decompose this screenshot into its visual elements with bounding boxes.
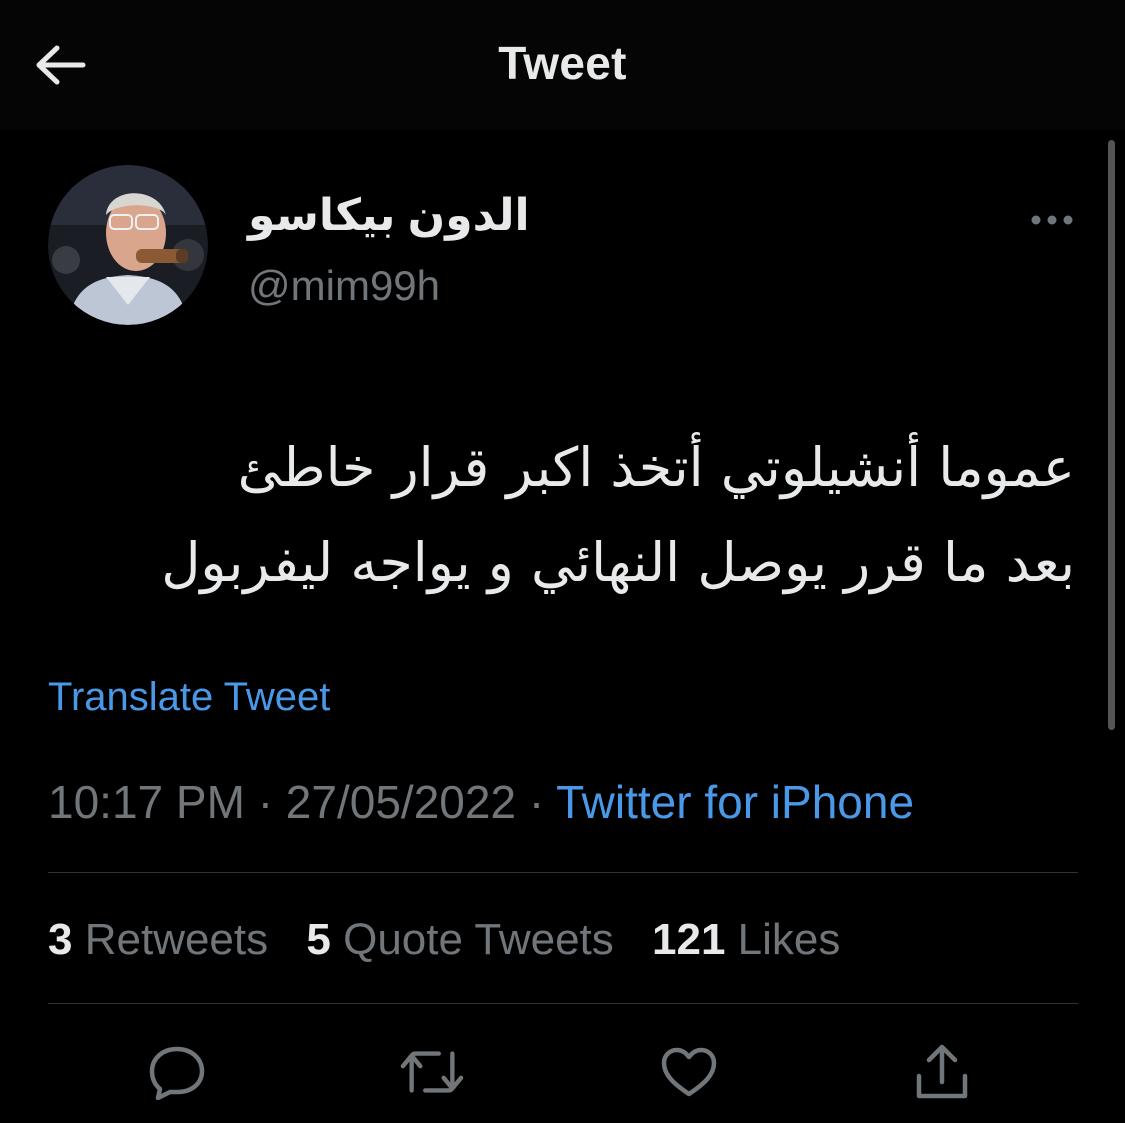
divider xyxy=(48,1003,1078,1004)
scrollbar[interactable] xyxy=(1108,140,1115,730)
retweets-count: 3 xyxy=(48,915,73,964)
page-title: Tweet xyxy=(498,37,627,89)
share-button[interactable] xyxy=(910,1040,974,1104)
meta-separator: · xyxy=(257,776,274,828)
divider xyxy=(48,872,1078,873)
retweet-button[interactable] xyxy=(400,1040,464,1104)
quote-tweets-stat[interactable]: 5 Quote Tweets xyxy=(306,915,613,964)
more-horizontal-icon xyxy=(1031,215,1073,225)
reply-button[interactable] xyxy=(145,1040,209,1104)
tweet-text-line: بعد ما قرر يوصل النهائي و يواجه ليفربول xyxy=(161,531,1075,594)
tweet-date[interactable]: 27/05/2022 xyxy=(286,776,516,828)
avatar[interactable] xyxy=(48,165,208,325)
like-icon xyxy=(661,1047,717,1097)
retweets-label: Retweets xyxy=(84,915,269,964)
likes-count: 121 xyxy=(652,915,726,964)
more-options-button[interactable] xyxy=(1026,205,1078,235)
top-bar: Tweet xyxy=(0,0,1125,130)
tweet-metadata: 10:17 PM · 27/05/2022 · Twitter for iPho… xyxy=(48,775,914,829)
like-button[interactable] xyxy=(657,1040,721,1104)
author-display-name[interactable]: الدون بيكاسو xyxy=(248,190,530,241)
meta-separator: · xyxy=(528,776,545,828)
likes-label: Likes xyxy=(737,915,841,964)
likes-stat[interactable]: 121 Likes xyxy=(652,915,840,964)
share-icon xyxy=(916,1044,968,1099)
quote-tweets-label: Quote Tweets xyxy=(343,915,614,964)
reply-icon xyxy=(149,1046,205,1100)
retweets-stat[interactable]: 3 Retweets xyxy=(48,915,268,964)
tweet-source-link[interactable]: Twitter for iPhone xyxy=(556,776,914,828)
engagement-stats: 3 Retweets 5 Quote Tweets 121 Likes xyxy=(48,915,866,965)
retweet-icon xyxy=(400,1051,464,1093)
translate-tweet-link[interactable]: Translate Tweet xyxy=(48,675,330,720)
tweet-time[interactable]: 10:17 PM xyxy=(48,776,245,828)
author-handle[interactable]: @mim99h xyxy=(248,262,440,310)
tweet-text-line: عموما أنشيلوتي أتخذ اكبر قرار خاطئ xyxy=(237,436,1075,499)
tweet-text: عموما أنشيلوتي أتخذ اكبر قرار خاطئ بعد م… xyxy=(50,420,1075,610)
quote-tweets-count: 5 xyxy=(306,915,331,964)
profile-photo xyxy=(48,165,208,325)
